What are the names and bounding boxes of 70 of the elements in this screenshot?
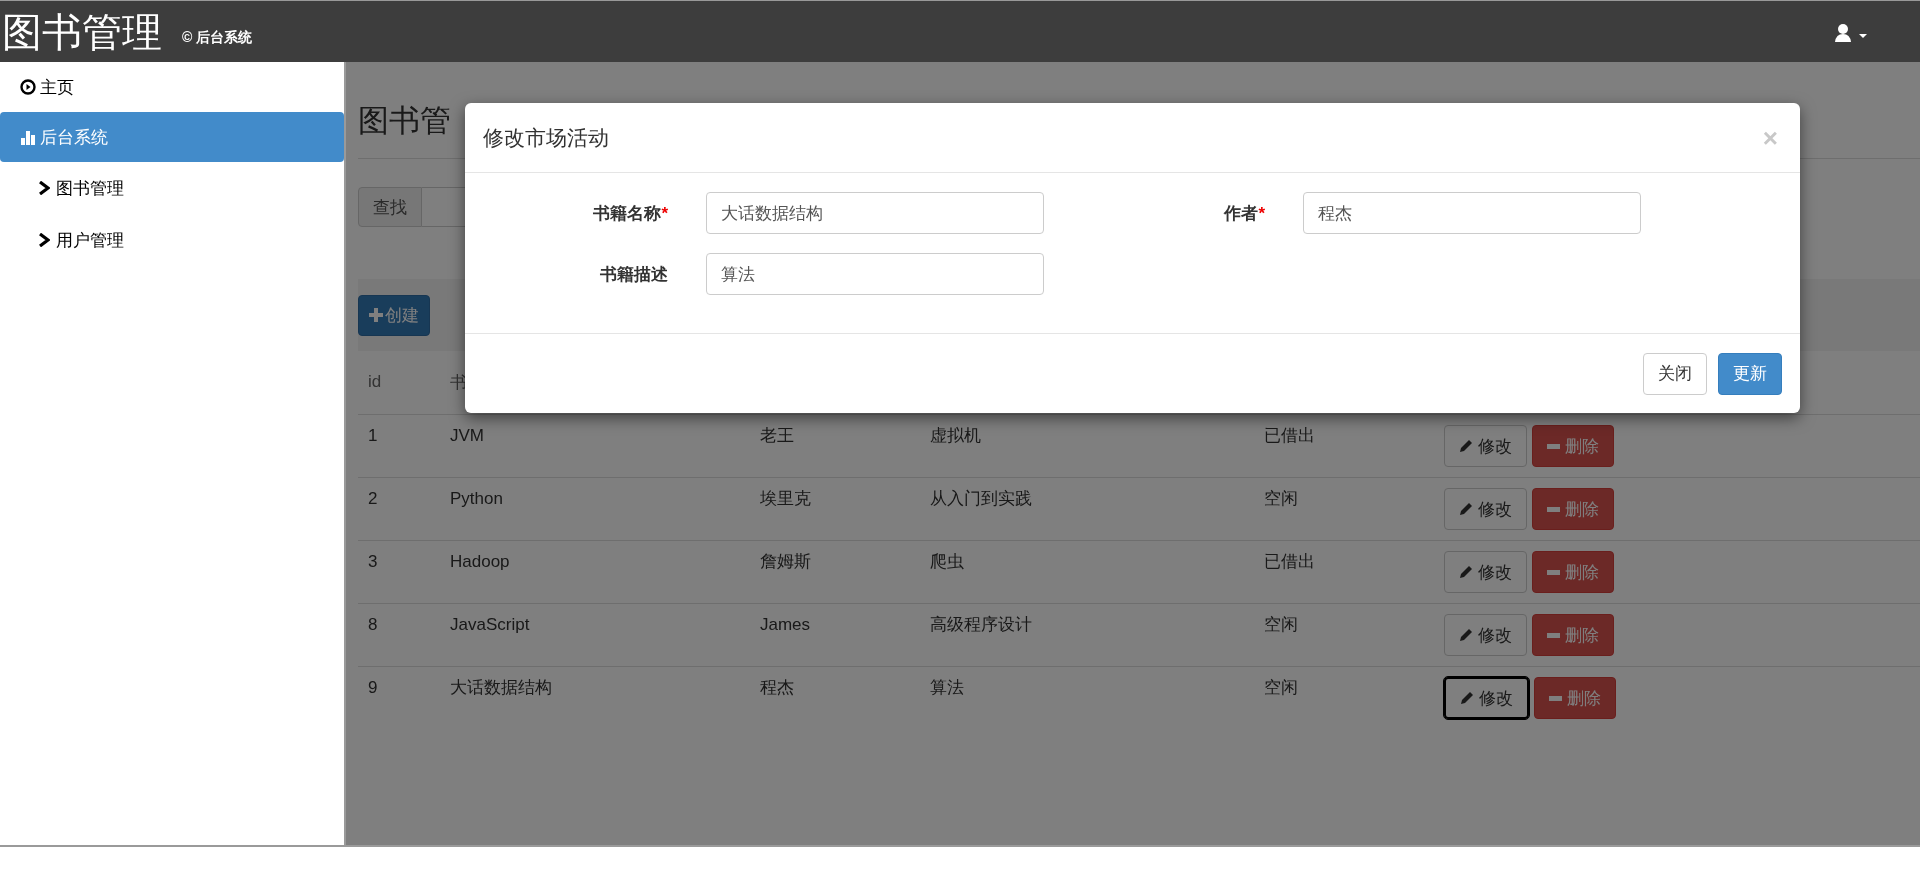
chevron-right-icon [38, 181, 50, 195]
modal-title: 修改市场活动 [483, 124, 609, 151]
input-field[interactable]: 大话数据结构 [706, 192, 1044, 234]
create-button[interactable]: 创建 [358, 294, 430, 336]
table-cell: 2 [368, 488, 378, 508]
pencil-icon [1459, 439, 1473, 453]
minus-icon [1547, 632, 1560, 638]
table-cell: 空闲 [1264, 614, 1298, 634]
column-header: id [358, 351, 440, 414]
table-cell: 空闲 [1264, 488, 1298, 508]
edit-button[interactable]: 修改 [1444, 425, 1527, 467]
table-cell: 8 [368, 614, 378, 634]
field-label: 书籍名称* [592, 202, 668, 225]
table-cell: 虚拟机 [930, 425, 981, 445]
table-cell: 1 [368, 425, 378, 445]
table-cell: 3 [368, 551, 378, 571]
table-cell: 空闲 [1264, 677, 1298, 697]
bar-chart-icon [20, 129, 36, 145]
table-cell: James [760, 614, 811, 634]
delete-button[interactable]: 删除 [1532, 425, 1614, 467]
play-circle-icon [20, 79, 36, 95]
edit-button[interactable]: 修改 [1444, 677, 1529, 719]
sidebar-subitem[interactable]: 图书管理 [0, 162, 344, 214]
table-cell: 从入门到实践 [930, 488, 1032, 508]
minus-icon [1549, 695, 1562, 701]
delete-button[interactable]: 删除 [1532, 551, 1614, 593]
table-cell: 高级程序设计 [930, 614, 1032, 634]
delete-button[interactable]: 删除 [1532, 488, 1614, 530]
minus-icon [1547, 506, 1560, 512]
page-title: 图书管 [358, 102, 451, 140]
minus-icon [1547, 569, 1560, 575]
plus-icon [369, 308, 383, 322]
table-cell: 程杰 [760, 677, 794, 697]
delete-button[interactable]: 删除 [1534, 677, 1616, 719]
sidebar-item[interactable]: 主页 [0, 62, 344, 112]
pencil-icon [1459, 628, 1473, 642]
app-subtitle: © 后台系统 [182, 28, 253, 47]
close-dialog-button[interactable]: 关闭 [1643, 352, 1707, 395]
edit-button[interactable]: 修改 [1444, 551, 1527, 593]
pencil-icon [1460, 691, 1474, 705]
edit-button[interactable]: 修改 [1444, 488, 1527, 530]
sidebar-item[interactable]: 后台系统 [0, 112, 344, 162]
edit-button[interactable]: 修改 [1444, 614, 1527, 656]
user-icon[interactable] [1834, 22, 1870, 43]
minus-icon [1547, 443, 1560, 449]
update-button[interactable]: 更新 [1718, 352, 1782, 395]
table-cell: Python [450, 488, 503, 508]
pencil-icon [1459, 565, 1473, 579]
table-cell: 老王 [760, 425, 794, 445]
table-cell: JavaScript [450, 614, 530, 634]
sidebar-subitem[interactable]: 用户管理 [0, 214, 344, 266]
table-cell: 已借出 [1264, 425, 1315, 445]
field-label: 书籍描述 [599, 263, 668, 286]
table-cell: 爬虫 [930, 551, 964, 571]
delete-button[interactable]: 删除 [1532, 614, 1614, 656]
pencil-icon [1459, 502, 1473, 516]
table-cell: Hadoop [450, 551, 510, 571]
input-field[interactable]: 程杰 [1303, 192, 1641, 234]
table-cell: JVM [450, 425, 484, 445]
table-cell: 大话数据结构 [450, 677, 552, 697]
app-title: 图书管理 [2, 11, 162, 52]
chevron-right-icon [38, 233, 50, 247]
table-cell: 詹姆斯 [760, 551, 811, 571]
table-cell: 埃里克 [760, 488, 811, 508]
search-button[interactable]: 查找 [358, 187, 422, 227]
table-cell: 9 [368, 677, 378, 697]
input-field[interactable]: 算法 [706, 253, 1044, 295]
table-cell: 已借出 [1264, 551, 1315, 571]
field-label: 作者* [1222, 202, 1265, 225]
table-cell: 算法 [930, 677, 964, 697]
